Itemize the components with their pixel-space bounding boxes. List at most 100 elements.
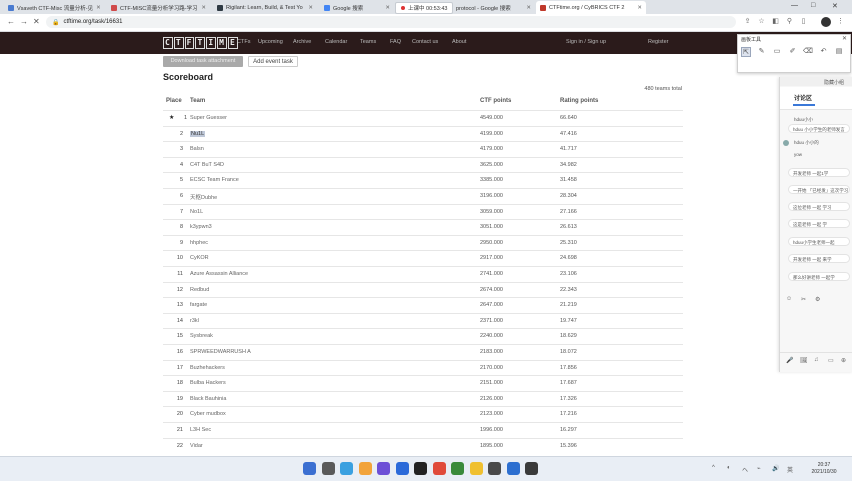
nav-link-archive[interactable]: Archive: [293, 39, 311, 45]
taskbar-app-icon[interactable]: [321, 462, 335, 475]
browser-tab[interactable]: Vsaveth CTF-Misc 流量分析-见 ✕: [4, 1, 104, 14]
pen-tool-icon[interactable]: ✎: [757, 47, 767, 57]
team-link[interactable]: C4T BuT S4D: [190, 162, 224, 168]
team-link[interactable]: SPRWEEDWARRUSH A: [190, 349, 251, 355]
browser-tab[interactable]: Google 搜索 ✕: [320, 1, 394, 14]
select-tool-icon[interactable]: ⇱: [741, 47, 751, 57]
tab-discussion[interactable]: 讨论区: [794, 93, 812, 102]
microphone-icon[interactable]: 🎤: [786, 357, 793, 364]
tab-close-icon[interactable]: ✕: [634, 5, 642, 11]
team-link[interactable]: L3H Sec: [190, 427, 211, 433]
recording-indicator[interactable]: 上课中 00:53:43: [395, 2, 454, 14]
marker-tool-icon[interactable]: ✐: [788, 47, 798, 57]
browser-tab[interactable]: CTF-MISC流量分析学习路-学习 ✕: [107, 1, 210, 14]
ctftime-logo[interactable]: CTFTIME: [163, 36, 238, 49]
screen-icon[interactable]: ▭: [828, 357, 834, 364]
team-link[interactable]: Sysbreak: [190, 333, 213, 339]
tab-close-icon[interactable]: ✕: [305, 5, 313, 11]
team-link[interactable]: CyKOR: [190, 255, 209, 261]
image-icon[interactable]: 🖼: [800, 357, 808, 364]
taskbar-app-icon[interactable]: [395, 462, 409, 475]
taskbar-app-icon[interactable]: [358, 462, 372, 475]
sidebar-icon[interactable]: ▯: [799, 17, 808, 26]
extensions-puzzle-icon[interactable]: ⚲: [785, 17, 794, 26]
extension-icon[interactable]: ◧: [771, 17, 780, 26]
taskbar-app-icon[interactable]: [414, 462, 427, 475]
nav-link-ctfs[interactable]: CTFs: [237, 39, 250, 45]
team-link[interactable]: Super Guesser: [190, 115, 227, 121]
nav-link-teams[interactable]: Teams: [360, 39, 376, 45]
share-icon[interactable]: ⇪: [743, 17, 752, 26]
browser-tab[interactable]: protocol - Google 搜索 ✕: [443, 1, 535, 14]
bookmark-star-icon[interactable]: ☆: [757, 17, 766, 26]
reload-icon[interactable]: ✕: [33, 17, 40, 26]
tray-app-icon[interactable]: ◐: [727, 465, 731, 471]
download-attachment-button[interactable]: Download task attachment: [163, 56, 243, 67]
nav-link-calendar[interactable]: Calendar: [325, 39, 347, 45]
tab-close-icon[interactable]: ✕: [382, 5, 390, 11]
menu-kebab-icon[interactable]: ⋮: [836, 17, 845, 26]
nav-link-about[interactable]: About: [452, 39, 466, 45]
taskbar-app-icon[interactable]: [377, 462, 390, 475]
system-clock[interactable]: 20:37 2021/10/30: [806, 462, 842, 476]
nav-link-contact-us[interactable]: Contact us: [412, 39, 438, 45]
team-link[interactable]: Azure Assassin Alliance: [190, 271, 248, 277]
team-link[interactable]: Buzhehackers: [190, 365, 225, 371]
music-icon[interactable]: ♫: [814, 357, 819, 363]
team-link[interactable]: ECSC Team France: [190, 177, 239, 183]
nav-link-register[interactable]: Register: [648, 39, 668, 45]
eraser-tool-icon[interactable]: ⌫: [803, 47, 813, 57]
tab-close-icon[interactable]: ✕: [93, 5, 101, 11]
team-link[interactable]: Nu1L: [190, 130, 206, 137]
team-link[interactable]: Balsn: [190, 146, 204, 152]
volume-icon[interactable]: 🔊: [772, 465, 779, 472]
team-link[interactable]: No1L: [190, 209, 203, 215]
team-link[interactable]: 天枢Dubhe: [190, 193, 217, 201]
input-language-icon[interactable]: 英: [787, 465, 793, 474]
taskbar-app-icon[interactable]: [432, 462, 446, 475]
taskbar-app-icon[interactable]: [469, 462, 483, 475]
nav-link-faq[interactable]: FAQ: [390, 39, 401, 45]
tab-close-icon[interactable]: ✕: [198, 5, 206, 11]
add-icon[interactable]: ⊕: [841, 357, 846, 364]
settings-icon[interactable]: ⚙: [815, 296, 820, 303]
tab-close-icon[interactable]: ✕: [523, 5, 531, 11]
clear-icon[interactable]: ▤: [834, 47, 844, 57]
back-icon[interactable]: ←: [7, 17, 15, 26]
maximize-button[interactable]: □: [811, 2, 815, 9]
tool-panel-close-icon[interactable]: ✕: [842, 35, 847, 42]
taskbar-app-icon[interactable]: [340, 462, 353, 475]
taskbar-app-icon[interactable]: [488, 462, 501, 475]
add-event-task-button[interactable]: Add event task: [248, 56, 298, 67]
team-link[interactable]: Redbud: [190, 287, 209, 293]
tray-ime-icon[interactable]: ヘ: [742, 465, 748, 474]
forward-icon[interactable]: →: [20, 17, 28, 26]
profile-avatar[interactable]: [821, 17, 831, 27]
taskbar-app-icon[interactable]: [506, 462, 520, 475]
nav-link-upcoming[interactable]: Upcoming: [258, 39, 283, 45]
close-window-button[interactable]: ✕: [832, 2, 838, 10]
tray-expand-icon[interactable]: ^: [712, 465, 715, 471]
browser-tab[interactable]: CTFtime.org / CyBRICS CTF 2 ✕: [536, 1, 646, 14]
browser-tab[interactable]: Rigilant: Learn, Build, & Test Yo ✕: [213, 1, 317, 14]
team-link[interactable]: fargate: [190, 302, 207, 308]
chat-panel-header[interactable]: 隐藏小组: [780, 77, 852, 86]
team-link[interactable]: Black Bauhinia: [190, 396, 226, 402]
team-link[interactable]: Vidar: [190, 443, 203, 449]
nav-link-sign-in[interactable]: Sign in / Sign up: [566, 39, 606, 45]
taskbar-app-icon[interactable]: [451, 462, 464, 475]
taskbar-app-icon[interactable]: [525, 462, 538, 475]
team-link[interactable]: hhphec: [190, 240, 208, 246]
url-input[interactable]: 🔒 ctftime.org/task/16631: [46, 16, 736, 28]
taskbar-app-icon[interactable]: [303, 462, 316, 475]
team-link[interactable]: k3ypwn3: [190, 224, 212, 230]
rectangle-tool-icon[interactable]: ▭: [772, 47, 782, 57]
team-link[interactable]: Bulba Hackers: [190, 380, 226, 386]
undo-icon[interactable]: ↶: [819, 47, 829, 57]
team-link[interactable]: Cyber mudbox: [190, 411, 226, 417]
minimize-button[interactable]: —: [791, 2, 798, 9]
team-link[interactable]: r3kl: [190, 318, 199, 324]
emoji-icon[interactable]: ☺: [786, 296, 792, 302]
network-icon[interactable]: ⌁: [757, 465, 761, 472]
scissors-icon[interactable]: ✂: [801, 296, 806, 303]
